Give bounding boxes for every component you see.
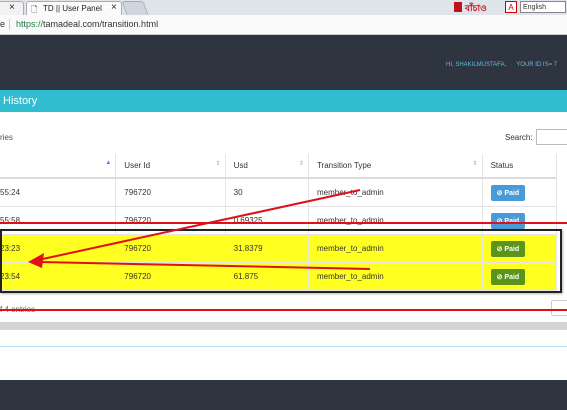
tab-title: TD || User Panel — [43, 4, 102, 13]
cell-status: ⊘ Paid — [482, 206, 558, 235]
check-circle-icon: ⊘ — [496, 189, 503, 197]
url-path: tamadeal.com/transition.html — [43, 19, 159, 29]
cell-transition-type: member_to_admin — [308, 262, 483, 291]
red-line-annotation — [0, 222, 567, 224]
cell-status: ⊘ Paid — [482, 234, 558, 263]
table-row: 55:24 796720 30 member_to_admin ⊘ Paid — [0, 178, 558, 207]
new-tab-button[interactable] — [121, 1, 149, 15]
divider — [0, 346, 567, 347]
search-input[interactable] — [536, 129, 567, 145]
browser-tab-active[interactable]: 🗋 TD || User Panel × — [26, 1, 122, 15]
url-scheme: https:// — [16, 19, 44, 29]
url-text[interactable]: https://tamadeal.com/transition.html — [16, 19, 158, 29]
cell-time: 55:24 — [0, 178, 117, 207]
language-select[interactable]: English — [520, 1, 566, 13]
paid-label: Paid — [504, 245, 520, 253]
paid-label: Paid — [504, 273, 520, 281]
tab-close-icon[interactable]: × — [9, 2, 15, 13]
user-id-text: YOUR ID IS= 7 — [516, 62, 558, 68]
extension-label: বাঁচাও — [465, 3, 487, 13]
browser-tab-previous[interactable]: × — [0, 1, 24, 15]
address-divider — [9, 19, 10, 30]
user-greeting: HI, SHAKILMUSTAFA, YOUR ID IS= 7 — [446, 62, 557, 68]
pagination-previous-button[interactable] — [551, 300, 567, 316]
cell-status: ⊘ Paid — [482, 178, 558, 207]
cell-usd: 0.69325 — [225, 206, 309, 235]
check-circle-icon: ⊘ — [496, 245, 503, 253]
cell-user-id: 796720 — [115, 206, 226, 235]
column-header-usd[interactable]: Usd ⇕ — [225, 154, 309, 179]
history-panel-header — [0, 90, 567, 112]
page-footer — [0, 380, 567, 410]
cell-usd: 61.875 — [225, 262, 309, 291]
column-header-label: User Id — [124, 161, 151, 170]
check-circle-icon: ⊘ — [496, 273, 503, 281]
paid-status-button[interactable]: ⊘ Paid — [490, 240, 526, 257]
cell-transition-type: member_to_admin — [308, 234, 483, 263]
cell-usd: 30 — [225, 178, 309, 207]
table-header-row: ▲ User Id ⇕ Usd ⇕ Transition Type ⇕ Status — [0, 154, 558, 179]
browser-tab-bar: × 🗋 TD || User Panel × বাঁচাও A English — [0, 0, 567, 15]
cell-user-id: 796720 — [115, 234, 226, 263]
paid-status-button[interactable]: ⊘ Paid — [490, 184, 526, 201]
cell-user-id: 796720 — [115, 262, 226, 291]
address-bar[interactable]: e https://tamadeal.com/transition.html — [0, 15, 567, 35]
paid-status-button[interactable]: ⊘ Paid — [490, 212, 526, 229]
table-row-highlighted: 23:54 796720 61.875 member_to_admin ⊘ Pa… — [0, 262, 558, 291]
cell-usd: 31.8379 — [225, 234, 309, 263]
column-header-transition-type[interactable]: Transition Type ⇕ — [308, 154, 483, 179]
column-header-status[interactable]: Status — [482, 154, 558, 179]
paid-status-button[interactable]: ⊘ Paid — [490, 268, 526, 285]
column-header-label: Usd — [233, 161, 248, 170]
cell-transition-type: member_to_admin — [308, 178, 483, 207]
tab-close-icon[interactable]: × — [111, 2, 117, 13]
cell-time: 23:23 — [0, 234, 117, 263]
cell-transition-type: member_to_admin — [308, 206, 483, 235]
cell-time: 55:58 — [0, 206, 117, 235]
sort-icon: ⇕ — [298, 161, 304, 167]
entries-length-label: ries — [0, 133, 13, 142]
address-prefix: e — [0, 19, 6, 29]
extension-icon[interactable] — [454, 2, 462, 12]
search-label: Search: — [505, 133, 533, 142]
red-line-annotation — [0, 309, 567, 311]
horizontal-scrollbar[interactable] — [0, 322, 567, 330]
cell-user-id: 796720 — [115, 178, 226, 207]
column-header-label: Status — [490, 161, 514, 170]
table-row-highlighted: 23:23 796720 31.8379 member_to_admin ⊘ P… — [0, 234, 558, 263]
column-header-date[interactable]: ▲ — [0, 154, 117, 179]
pdf-icon[interactable]: A — [505, 1, 517, 13]
table-row: 55:58 796720 0.69325 member_to_admin ⊘ P… — [0, 206, 558, 235]
cell-status: ⊘ Paid — [482, 262, 558, 291]
column-header-user-id[interactable]: User Id ⇕ — [115, 154, 226, 179]
panel-title: History — [3, 95, 38, 107]
greeting-text: HI, SHAKILMUSTAFA, — [446, 62, 507, 68]
sort-asc-icon: ▲ — [105, 160, 112, 166]
column-header-label: Transition Type — [316, 161, 372, 170]
sort-icon: ⇕ — [472, 161, 478, 167]
paid-label: Paid — [504, 189, 520, 197]
sort-icon: ⇕ — [215, 161, 221, 167]
cell-time: 23:54 — [0, 262, 117, 291]
